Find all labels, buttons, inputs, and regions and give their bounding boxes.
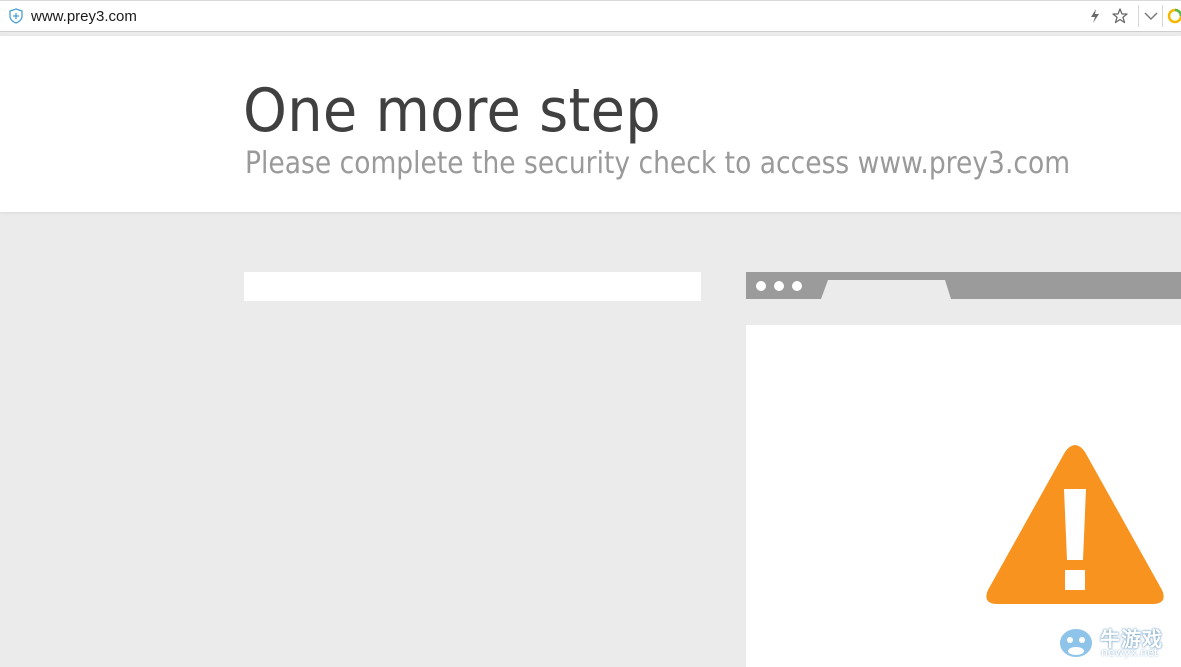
warning-triangle-icon: [986, 445, 1164, 604]
lightning-icon[interactable]: [1086, 7, 1104, 25]
page-subtitle: Please complete the security check to ac…: [245, 146, 1071, 181]
extension-ring-icon[interactable]: [1166, 7, 1181, 25]
divider: [1162, 5, 1163, 27]
illustration-browser-chrome: [746, 272, 1181, 299]
window-dot: [756, 281, 766, 291]
header-band: One more step Please complete the securi…: [0, 36, 1181, 212]
divider: [1138, 5, 1139, 27]
chevron-down-icon[interactable]: [1142, 7, 1160, 25]
captcha-container[interactable]: [244, 272, 701, 301]
watermark-subtext: newyx.net: [1101, 646, 1159, 659]
url-text[interactable]: www.prey3.com: [31, 8, 137, 25]
shield-icon[interactable]: [9, 8, 23, 24]
illustration-toolbar: [746, 299, 1181, 325]
address-bar: www.prey3.com: [0, 0, 1181, 32]
window-dot: [774, 281, 784, 291]
window-dot: [792, 281, 802, 291]
illustration-tab: [821, 280, 951, 299]
star-icon[interactable]: [1111, 7, 1129, 25]
page-title: One more step: [243, 76, 661, 146]
